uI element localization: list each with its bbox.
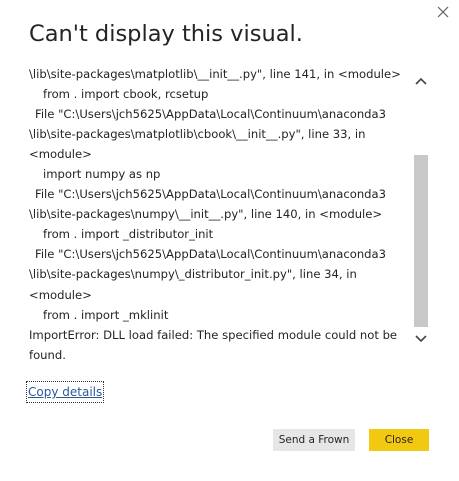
- error-line: from . import _mklinit: [43, 307, 169, 322]
- copy-details-link[interactable]: Copy details: [25, 381, 105, 403]
- close-button[interactable]: Close: [369, 429, 429, 451]
- send-frown-button[interactable]: Send a Frown: [273, 429, 355, 451]
- close-icon: [437, 6, 449, 18]
- scroll-down-button[interactable]: [413, 331, 429, 351]
- error-line: \lib\site-packages\numpy\__init__.py", l…: [29, 207, 383, 222]
- error-line: File "C:\Users\jch5625\AppData\Local\Con…: [35, 247, 387, 262]
- scroll-thumb[interactable]: [414, 155, 428, 327]
- error-line: from . import cbook, rcsetup: [43, 87, 209, 102]
- scroll-track[interactable]: [413, 93, 429, 331]
- chevron-down-icon: [415, 335, 427, 343]
- error-line: \lib\site-packages\numpy\_distributor_in…: [29, 267, 357, 282]
- error-line: File "C:\Users\jch5625\AppData\Local\Con…: [35, 187, 387, 202]
- error-line: found.: [29, 347, 66, 362]
- error-details-text: \lib\site-packages\matplotlib\__init__.p…: [29, 64, 409, 371]
- chevron-up-icon: [415, 77, 427, 85]
- scroll-up-button[interactable]: [413, 73, 429, 93]
- error-line: \lib\site-packages\matplotlib\__init__.p…: [29, 67, 401, 81]
- error-line: <module>: [29, 287, 92, 302]
- error-line: ImportError: DLL load failed: The specif…: [29, 327, 398, 342]
- dialog-title: Can't display this visual.: [29, 21, 303, 47]
- error-line: <module>: [29, 147, 92, 162]
- close-dialog-button[interactable]: [435, 4, 451, 20]
- error-details-scrollbar[interactable]: [413, 73, 429, 354]
- error-line: \lib\site-packages\matplotlib\cbook\__in…: [29, 127, 366, 142]
- error-dialog: Can't display this visual. \lib\site-pac…: [0, 0, 459, 481]
- error-line: File "C:\Users\jch5625\AppData\Local\Con…: [35, 107, 387, 122]
- error-line: import numpy as np: [43, 167, 161, 182]
- error-line: from . import _distributor_init: [43, 227, 214, 242]
